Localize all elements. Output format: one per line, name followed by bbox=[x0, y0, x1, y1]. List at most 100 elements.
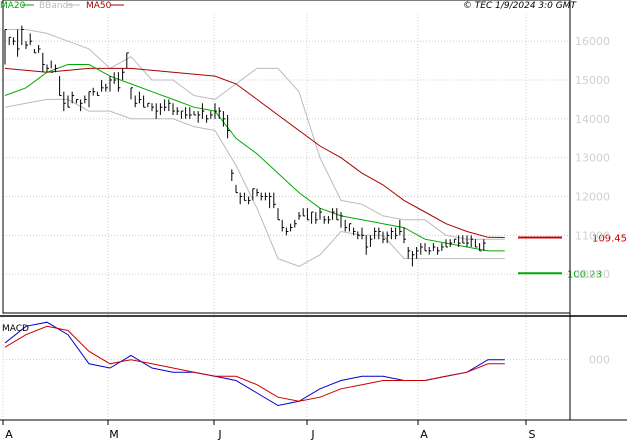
x-tick-label: J bbox=[217, 428, 221, 440]
price-levels: 109.45100.23 bbox=[518, 233, 627, 280]
price-bar bbox=[441, 243, 444, 251]
price-bar bbox=[290, 223, 293, 232]
price-bar bbox=[256, 188, 259, 197]
price-bar bbox=[117, 72, 121, 92]
bband-lower-line bbox=[4, 98, 505, 267]
price-bar bbox=[344, 219, 348, 232]
x-tick-label: J bbox=[310, 428, 314, 440]
price-bar bbox=[470, 235, 474, 247]
price-bar bbox=[155, 103, 159, 119]
price-bar bbox=[432, 243, 436, 251]
price-bar bbox=[340, 212, 343, 228]
price-bar bbox=[395, 227, 398, 240]
macd-panel bbox=[4, 321, 505, 407]
price-bar bbox=[277, 208, 280, 221]
price-bar bbox=[96, 91, 100, 97]
price-bar bbox=[80, 99, 83, 112]
price-bar bbox=[88, 91, 91, 108]
price-bar bbox=[168, 99, 171, 112]
signal-line bbox=[4, 325, 505, 402]
price-bar bbox=[206, 114, 209, 123]
price-bar bbox=[248, 196, 251, 205]
price-bar bbox=[134, 95, 138, 108]
price-bar bbox=[185, 107, 188, 119]
price-bar bbox=[92, 87, 96, 96]
price-bar bbox=[466, 235, 469, 247]
price-bar bbox=[21, 25, 24, 46]
price-bar bbox=[67, 95, 70, 108]
price-bar bbox=[126, 52, 129, 69]
price-bar bbox=[71, 91, 75, 104]
price-bar bbox=[298, 212, 301, 220]
macd-y-tick-label: 000 bbox=[589, 354, 610, 367]
legend-bbands: BBands bbox=[39, 1, 73, 11]
price-bar bbox=[239, 192, 243, 205]
y-tick-label: 14000 bbox=[575, 113, 610, 126]
price-bar bbox=[75, 98, 79, 104]
price-bar bbox=[390, 227, 394, 240]
price-bar bbox=[38, 45, 41, 53]
price-bar bbox=[437, 246, 440, 255]
macd-title: MACD bbox=[2, 324, 29, 334]
price-bar bbox=[428, 246, 432, 255]
x-tick-label: A bbox=[420, 428, 428, 440]
price-bar bbox=[369, 235, 373, 247]
price-bar bbox=[424, 243, 427, 252]
price-bar bbox=[483, 239, 486, 251]
x-tick-label: S bbox=[529, 428, 536, 440]
price-bar bbox=[189, 107, 192, 119]
price-bar bbox=[63, 91, 66, 112]
legend: MA20 BBands MA50 bbox=[0, 1, 124, 11]
y-tick-label: 13000 bbox=[575, 152, 610, 165]
price-bar bbox=[197, 111, 201, 123]
price-bar bbox=[302, 208, 306, 217]
price-bar bbox=[138, 91, 142, 104]
price-bar bbox=[420, 243, 423, 255]
price-bar bbox=[25, 41, 28, 49]
price-bar bbox=[193, 111, 196, 116]
price-bar bbox=[453, 238, 457, 244]
y-tick-label: 12000 bbox=[575, 191, 610, 204]
price-bar bbox=[59, 76, 62, 97]
price-bar bbox=[147, 102, 150, 108]
x-tick-label: A bbox=[5, 428, 13, 440]
price-bar bbox=[235, 184, 238, 194]
price-bar bbox=[327, 215, 331, 224]
price-bar bbox=[164, 99, 167, 112]
price-bar bbox=[214, 103, 217, 119]
price-bar bbox=[260, 192, 264, 201]
price-bar bbox=[252, 188, 255, 201]
price-bar bbox=[407, 246, 411, 259]
price-bar bbox=[336, 208, 339, 221]
grid-lines bbox=[2, 14, 570, 418]
x-tick-label: M bbox=[109, 428, 119, 440]
price-bar bbox=[201, 103, 205, 119]
price-bar bbox=[474, 239, 478, 248]
price-bar bbox=[101, 80, 104, 92]
price-bar bbox=[281, 219, 285, 232]
price-bar bbox=[378, 227, 381, 240]
price-bar bbox=[269, 192, 272, 209]
price-bar bbox=[29, 33, 33, 46]
price-bar bbox=[311, 211, 314, 224]
price-bar bbox=[285, 227, 289, 236]
price-bar bbox=[361, 227, 364, 240]
ma50-line bbox=[4, 67, 505, 238]
price-bar bbox=[151, 103, 154, 112]
bollinger-bands bbox=[4, 29, 505, 267]
price-bar bbox=[449, 239, 453, 247]
price-bar bbox=[143, 95, 146, 108]
price-bar bbox=[294, 219, 297, 228]
price-bar bbox=[12, 37, 16, 46]
price-bar bbox=[210, 111, 213, 119]
price-bar bbox=[231, 169, 234, 181]
price-bars bbox=[4, 25, 486, 267]
price-bar bbox=[176, 107, 180, 115]
y-tick-label: 15000 bbox=[575, 74, 610, 87]
price-bar bbox=[365, 235, 369, 255]
price-bar bbox=[84, 95, 87, 104]
price-bar bbox=[357, 231, 360, 240]
price-bar bbox=[273, 192, 276, 209]
price-bar bbox=[105, 83, 108, 92]
price-bar bbox=[180, 110, 184, 119]
